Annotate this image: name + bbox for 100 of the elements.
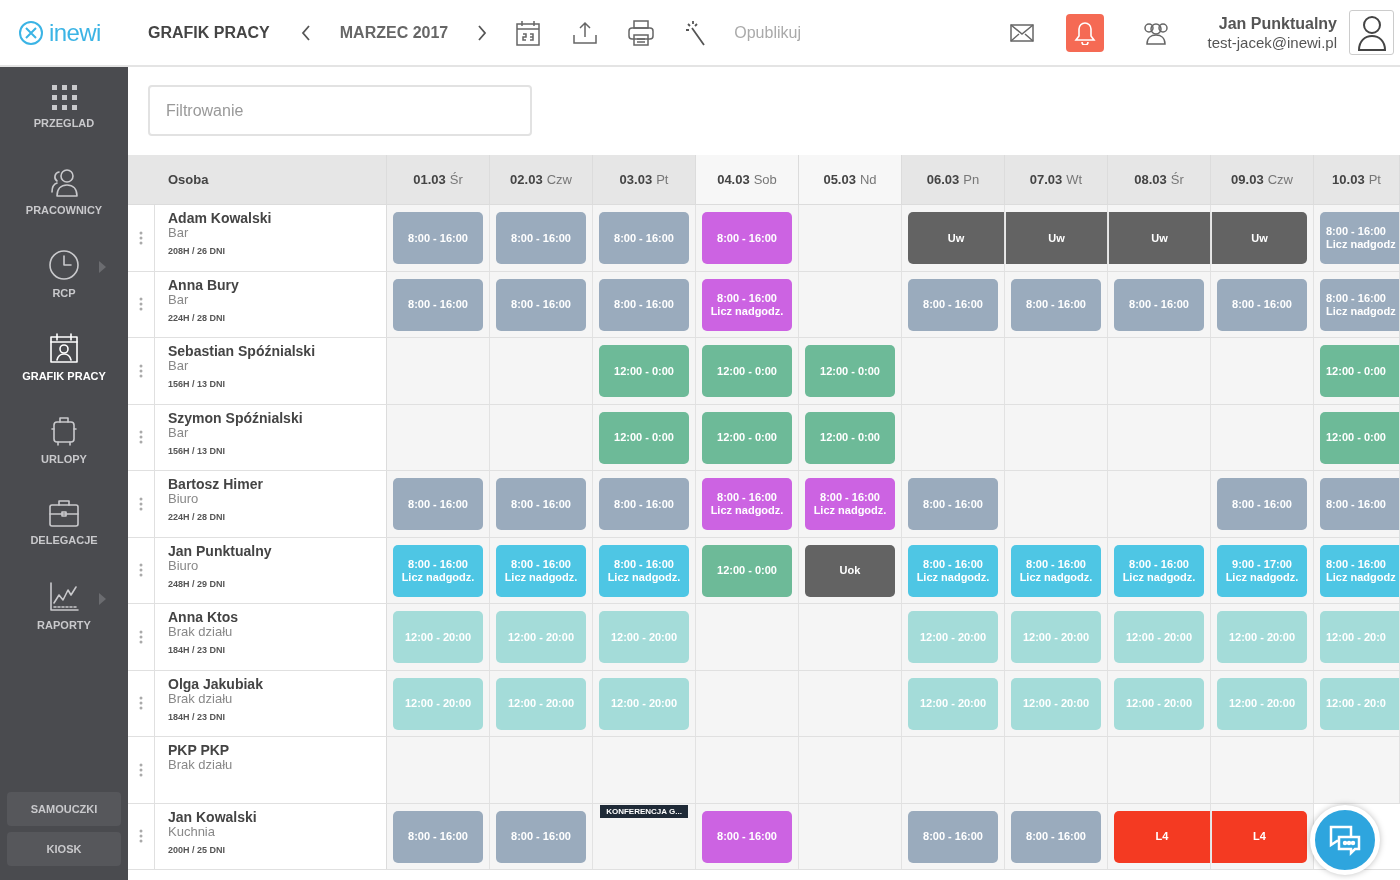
drag-handle-icon[interactable]	[139, 762, 143, 777]
mail-icon[interactable]	[1009, 23, 1034, 42]
schedule-cell[interactable]: 8:00 - 16:00 Licz nadgodz.	[593, 537, 696, 603]
schedule-cell[interactable]: 12:00 - 20:00	[1211, 604, 1314, 670]
shift-block[interactable]: Uw	[1005, 212, 1107, 264]
shift-block[interactable]: 12:00 - 20:00	[908, 611, 998, 663]
shift-block[interactable]: 9:00 - 17:00 Licz nadgodz.	[1217, 544, 1307, 597]
shift-block[interactable]: 8:00 - 16:00	[1217, 478, 1307, 530]
shift-block[interactable]: Uw	[908, 212, 1004, 264]
schedule-cell[interactable]: 12:00 - 0:00	[799, 338, 902, 404]
schedule-cell[interactable]: 12:00 - 20:00	[902, 670, 1005, 736]
shift-block[interactable]: 8:00 - 16:00	[393, 810, 483, 863]
shift-block[interactable]: 8:00 - 16:00	[599, 478, 689, 530]
shift-block[interactable]: 8:00 - 16:00 Licz nadgodz.	[805, 478, 895, 530]
drag-handle-icon[interactable]	[139, 829, 143, 844]
shift-block[interactable]: 12:00 - 0:00	[702, 411, 792, 464]
shift-block[interactable]: 12:00 - 20:00	[1011, 611, 1101, 663]
schedule-cell[interactable]: 12:00 - 0:00	[593, 404, 696, 470]
schedule-cell[interactable]: 12:00 - 20:00	[1211, 670, 1314, 736]
shift-block[interactable]: 12:00 - 0:00	[1320, 411, 1399, 464]
schedule-cell[interactable]: 12:00 - 0:00	[593, 338, 696, 404]
schedule-cell[interactable]: 8:00 - 16:00 Licz nadgodz.	[902, 537, 1005, 603]
shift-block[interactable]: 8:00 - 16:00	[496, 478, 586, 530]
shift-block[interactable]: L4	[1114, 810, 1210, 863]
schedule-cell[interactable]: 12:00 - 20:00	[387, 604, 490, 670]
schedule-cell[interactable]: 12:00 - 0:00	[1314, 338, 1400, 404]
schedule-cell[interactable]: 8:00 - 16:00 Licz nadgodz.	[696, 271, 799, 337]
shift-block[interactable]: 8:00 - 16:00	[1011, 278, 1101, 331]
schedule-cell[interactable]	[1314, 737, 1400, 803]
schedule-cell[interactable]: 9:00 - 17:00 Licz nadgodz.	[1211, 537, 1314, 603]
sidebar-item[interactable]: RCP	[0, 247, 128, 330]
schedule-cell[interactable]	[1211, 737, 1314, 803]
shift-block[interactable]: 8:00 - 16:00	[702, 810, 792, 863]
sidebar-item[interactable]: PRACOWNICY	[0, 164, 128, 247]
schedule-cell[interactable]: Uw	[1005, 205, 1108, 271]
schedule-cell[interactable]: 12:00 - 0:00	[696, 537, 799, 603]
shift-block[interactable]: L4	[1211, 810, 1307, 863]
schedule-cell[interactable]	[387, 338, 490, 404]
shift-block[interactable]: 8:00 - 16:00	[908, 278, 998, 331]
shift-block[interactable]: 8:00 - 16:00	[496, 212, 586, 264]
filter-field[interactable]: Filtrowanie	[148, 85, 532, 136]
schedule-cell[interactable]: 8:00 - 16:00 Licz nadgodz.	[799, 471, 902, 537]
shift-block[interactable]: 8:00 - 16:00	[1011, 810, 1101, 863]
shift-block[interactable]: 12:00 - 0:00	[702, 544, 792, 597]
shift-block[interactable]: 8:00 - 16:00 Licz nadgodz.	[1011, 544, 1101, 597]
shift-block[interactable]: 8:00 - 16:00 Licz nadgodz.	[702, 278, 792, 331]
schedule-cell[interactable]: 8:00 - 16:00	[902, 471, 1005, 537]
shift-block[interactable]: 12:00 - 20:00	[599, 677, 689, 730]
schedule-cell[interactable]: 12:00 - 20:00	[490, 604, 593, 670]
shift-block[interactable]: 8:00 - 16:00 Licz nadgodz	[1320, 544, 1399, 597]
schedule-cell[interactable]: 8:00 - 16:00	[1211, 271, 1314, 337]
schedule-cell[interactable]: 8:00 - 16:00	[593, 205, 696, 271]
shift-block[interactable]: 12:00 - 0:00	[702, 345, 792, 397]
shift-block[interactable]: 8:00 - 16:00	[599, 278, 689, 331]
shift-block[interactable]: Uw	[1211, 212, 1307, 264]
schedule-cell[interactable]: 8:00 - 16:00	[387, 271, 490, 337]
schedule-cell[interactable]	[799, 803, 902, 869]
shift-block[interactable]: 12:00 - 0:00	[805, 411, 895, 464]
schedule-cell[interactable]: Uw	[1211, 205, 1314, 271]
schedule-cell[interactable]: 8:00 - 16:00	[1005, 803, 1108, 869]
shift-block[interactable]: 8:00 - 16:00 Licz nadgodz.	[1114, 544, 1204, 597]
schedule-cell[interactable]: 8:00 - 16:00	[387, 205, 490, 271]
schedule-cell[interactable]: 8:00 - 16:00 Licz nadgodz.	[696, 471, 799, 537]
shift-block[interactable]: 8:00 - 16:00	[1320, 478, 1399, 530]
schedule-cell[interactable]: 8:00 - 16:00 Licz nadgodz	[1314, 537, 1400, 603]
schedule-cell[interactable]: 8:00 - 16:00 Licz nadgodz.	[387, 537, 490, 603]
schedule-cell[interactable]: 12:00 - 0:00	[1314, 404, 1400, 470]
schedule-cell[interactable]: 8:00 - 16:00	[1005, 271, 1108, 337]
shift-block[interactable]: 8:00 - 16:00 Licz nadgodz	[1320, 212, 1399, 264]
schedule-cell[interactable]: 12:00 - 20:00	[593, 604, 696, 670]
shift-block[interactable]: Uw	[1108, 212, 1210, 264]
schedule-cell[interactable]: 12:00 - 20:0	[1314, 604, 1400, 670]
shift-block[interactable]: Uok	[805, 544, 895, 597]
schedule-cell[interactable]: 12:00 - 20:00	[1108, 670, 1211, 736]
schedule-cell[interactable]: L4	[1108, 803, 1211, 869]
next-month-button[interactable]	[476, 23, 489, 42]
sidebar-item[interactable]: URLOPY	[0, 413, 128, 496]
previous-month-button[interactable]	[299, 23, 312, 42]
schedule-cell[interactable]: 8:00 - 16:00	[902, 803, 1005, 869]
schedule-cell[interactable]: 8:00 - 16:00	[490, 271, 593, 337]
shift-block[interactable]: 12:00 - 20:00	[1217, 677, 1307, 730]
shift-block[interactable]: 12:00 - 20:0	[1320, 611, 1399, 663]
sidebar-button[interactable]: SAMOUCZKI	[7, 792, 121, 826]
schedule-cell[interactable]: 8:00 - 16:00	[1314, 471, 1400, 537]
drag-handle-icon[interactable]	[139, 297, 143, 312]
shift-block[interactable]: 8:00 - 16:00 Licz nadgodz.	[496, 544, 586, 597]
schedule-cell[interactable]: 12:00 - 20:00	[1005, 604, 1108, 670]
schedule-cell[interactable]: 8:00 - 16:00 Licz nadgodz	[1314, 205, 1400, 271]
drag-handle-icon[interactable]	[139, 496, 143, 511]
schedule-cell[interactable]: 12:00 - 20:00	[1005, 670, 1108, 736]
schedule-cell[interactable]: 12:00 - 20:0	[1314, 670, 1400, 736]
schedule-cell[interactable]: 8:00 - 16:00	[593, 471, 696, 537]
schedule-cell[interactable]: 12:00 - 20:00	[593, 670, 696, 736]
drag-handle-icon[interactable]	[139, 696, 143, 711]
shift-block[interactable]: 12:00 - 20:00	[393, 611, 483, 663]
schedule-cell[interactable]: 12:00 - 20:00	[490, 670, 593, 736]
shift-block[interactable]: 12:00 - 20:00	[1217, 611, 1307, 663]
shift-block[interactable]: 8:00 - 16:00 Licz nadgodz	[1320, 278, 1399, 331]
schedule-cell[interactable]: 8:00 - 16:00 Licz nadgodz.	[1108, 537, 1211, 603]
shift-block[interactable]: 8:00 - 16:00	[908, 810, 998, 863]
